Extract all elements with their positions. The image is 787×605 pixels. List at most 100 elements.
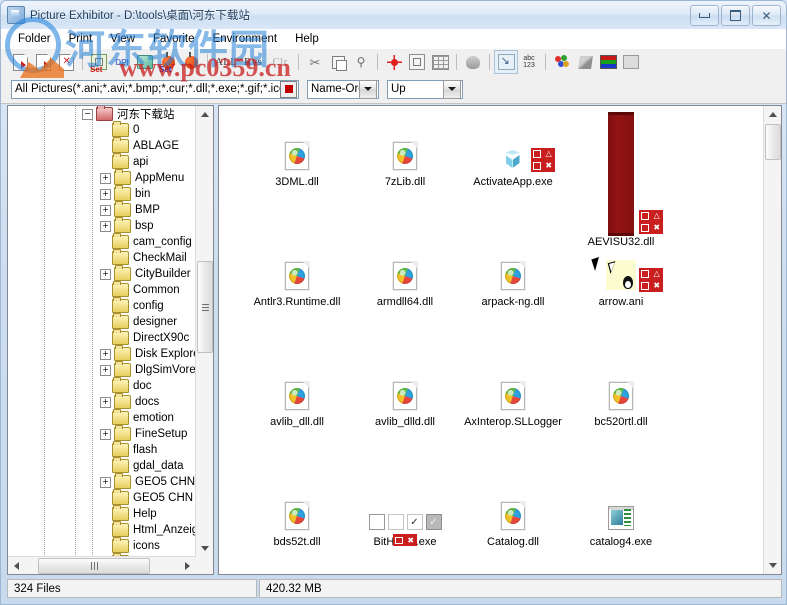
tree-node-directx90c[interactable]: DirectX90c [8, 329, 196, 346]
menu-item-help[interactable]: Help [286, 31, 328, 47]
tree-node--[interactable]: − 河东下载站 [8, 106, 196, 122]
file-thumbnail[interactable] [457, 352, 569, 410]
tree-node-icons[interactable]: icons [8, 537, 196, 554]
tree-node-ablage[interactable]: ABLAGE [8, 137, 196, 154]
minimize-button[interactable] [690, 5, 719, 26]
file-thumbnail[interactable] [349, 112, 461, 170]
expand-icon[interactable]: + [100, 428, 111, 440]
tree-horizontal-scrollbar[interactable] [8, 556, 196, 574]
expand-icon[interactable]: + [100, 396, 111, 408]
expand-icon[interactable]: + [100, 348, 111, 360]
menu-item-environment[interactable]: Environment [204, 31, 287, 47]
file-item[interactable]: AxInterop.SLLogger [457, 352, 569, 428]
tree-node-designer[interactable]: designer [8, 313, 196, 330]
file-thumbnail[interactable] [457, 472, 569, 530]
file-icon-grid[interactable]: 3DML.dll 7zLib.dll △ ✖ ActivateApp.exe △ ✖ AEVI… [219, 106, 764, 574]
rename-arrow-icon[interactable] [494, 50, 518, 74]
tree-node-finesetup[interactable]: + FineSetup [8, 425, 196, 442]
menu-item-favorite[interactable]: Favorite [144, 31, 204, 47]
tree-node-geo5-chn-e[interactable]: GEO5 CHN E [8, 489, 196, 506]
tree-node-0[interactable]: 0 [8, 121, 196, 138]
menu-item-view[interactable]: View [101, 31, 144, 47]
tree-node-bmp[interactable]: + BMP [8, 201, 196, 218]
dpi-icon[interactable]: DPI [111, 51, 133, 73]
file-thumbnail[interactable]: △ ✖ [457, 112, 569, 172]
file-thumbnail[interactable] [565, 352, 677, 410]
save-image-icon[interactable] [32, 51, 54, 73]
expand-icon[interactable]: + [100, 188, 111, 200]
file-item[interactable]: Antlr3.Runtime.dll [241, 232, 353, 308]
file-item[interactable]: ✓✓✖BitHuiFu.exe [349, 472, 461, 548]
chevron-down-icon-2[interactable] [443, 79, 461, 99]
file-item[interactable]: Catalog.dll [457, 472, 569, 548]
close-button[interactable]: ✕ [752, 5, 781, 26]
expand-icon[interactable]: + [100, 204, 111, 216]
expand-icon[interactable]: + [100, 364, 111, 376]
maximize-button[interactable] [721, 5, 750, 26]
tree-node-geo5-chn[interactable]: + GEO5 CHN [8, 473, 196, 490]
rgb-icon[interactable] [597, 51, 619, 73]
chevron-down-icon[interactable] [359, 79, 377, 99]
folder-tree[interactable]: − 河东下载站 0 ABLAGE api + AppMenu + bin + BMP + bsp cam_… [8, 106, 196, 557]
file-scroll-thumb[interactable] [765, 124, 781, 160]
file-filter-input[interactable]: All Pictures(*.ani;*.avi;*.bmp;*.cur;*.d… [11, 79, 299, 99]
expand-icon[interactable]: + [100, 220, 111, 232]
file-thumbnail[interactable]: △ ✖ [565, 112, 677, 236]
color-depth-icon[interactable] [134, 51, 156, 73]
tree-node-gdal-data[interactable]: gdal_data [8, 457, 196, 474]
file-thumbnail[interactable]: △ ✖ [565, 232, 677, 292]
file-item[interactable]: catalog4.exe [565, 472, 677, 548]
file-item[interactable]: bc520rtl.dll [565, 352, 677, 428]
file-thumbnail[interactable] [241, 232, 353, 290]
tree-node-emotion[interactable]: emotion [8, 409, 196, 426]
file-thumbnail[interactable] [241, 352, 353, 410]
tree-node-common[interactable]: Common [8, 281, 196, 298]
close-image-icon[interactable]: ✕ [55, 51, 77, 73]
file-item[interactable]: bds52t.dll [241, 472, 353, 548]
file-thumbnail[interactable] [349, 352, 461, 410]
filter-color-swatch[interactable] [280, 80, 297, 98]
sort-direction-combo[interactable]: Up [387, 79, 463, 99]
tree-node-appmenu[interactable]: + AppMenu [8, 169, 196, 186]
tree-node-bsp[interactable]: + bsp [8, 217, 196, 234]
expand-icon[interactable]: + [100, 172, 111, 184]
file-vertical-scrollbar[interactable] [763, 106, 781, 574]
tree-node-api[interactable]: api [8, 153, 196, 170]
open-image-icon[interactable] [9, 51, 31, 73]
tree-node-disk-explorer[interactable]: + Disk Explorer [8, 345, 196, 362]
effect-set-icon[interactable]: Set [157, 51, 179, 74]
tree-scroll-left-button[interactable] [8, 557, 25, 574]
batch-people-icon[interactable] [462, 51, 484, 73]
expand-icon[interactable]: + [100, 268, 111, 280]
file-thumbnail[interactable] [349, 232, 461, 290]
file-thumbnail[interactable] [565, 472, 677, 530]
sort-order-combo[interactable]: Name-Order [307, 79, 379, 99]
tree-node-bin[interactable]: + bin [8, 185, 196, 202]
tree-node-doc[interactable]: doc [8, 377, 196, 394]
tree-node-help[interactable]: Help [8, 505, 196, 522]
menu-item-print[interactable]: Print [60, 31, 102, 47]
tree-node-docs[interactable]: + docs [8, 393, 196, 410]
file-scroll-down-button[interactable] [764, 557, 781, 574]
tree-scroll-thumb[interactable] [197, 261, 213, 353]
menu-item-folder[interactable]: Folder [9, 31, 60, 47]
file-item[interactable]: 7zLib.dll [349, 112, 461, 188]
color-fan-icon[interactable] [551, 51, 573, 73]
file-scroll-up-button[interactable] [764, 106, 781, 123]
file-item[interactable]: avlib_dlld.dll [349, 352, 461, 428]
file-thumbnail[interactable]: ✓ ✓ ✖ [349, 472, 461, 546]
clear-select-button[interactable]: Clr [267, 51, 293, 73]
file-item[interactable]: △ ✖ arrow.ani [565, 232, 677, 308]
file-thumbnail[interactable] [241, 472, 353, 530]
file-thumbnail[interactable] [241, 112, 353, 170]
tree-scroll-down-button[interactable] [196, 540, 213, 557]
tree-node-html-anzeige[interactable]: Html_Anzeige [8, 521, 196, 538]
select-all-button[interactable]: ALL [213, 51, 239, 73]
paste-icon[interactable]: ⚲ [350, 51, 372, 73]
page-icon[interactable] [620, 51, 642, 73]
texture-icon[interactable] [429, 51, 451, 73]
file-item[interactable]: avlib_dll.dll [241, 352, 353, 428]
file-item[interactable]: armdll64.dll [349, 232, 461, 308]
file-item[interactable]: arpack-ng.dll [457, 232, 569, 308]
tree-node-config[interactable]: config [8, 297, 196, 314]
